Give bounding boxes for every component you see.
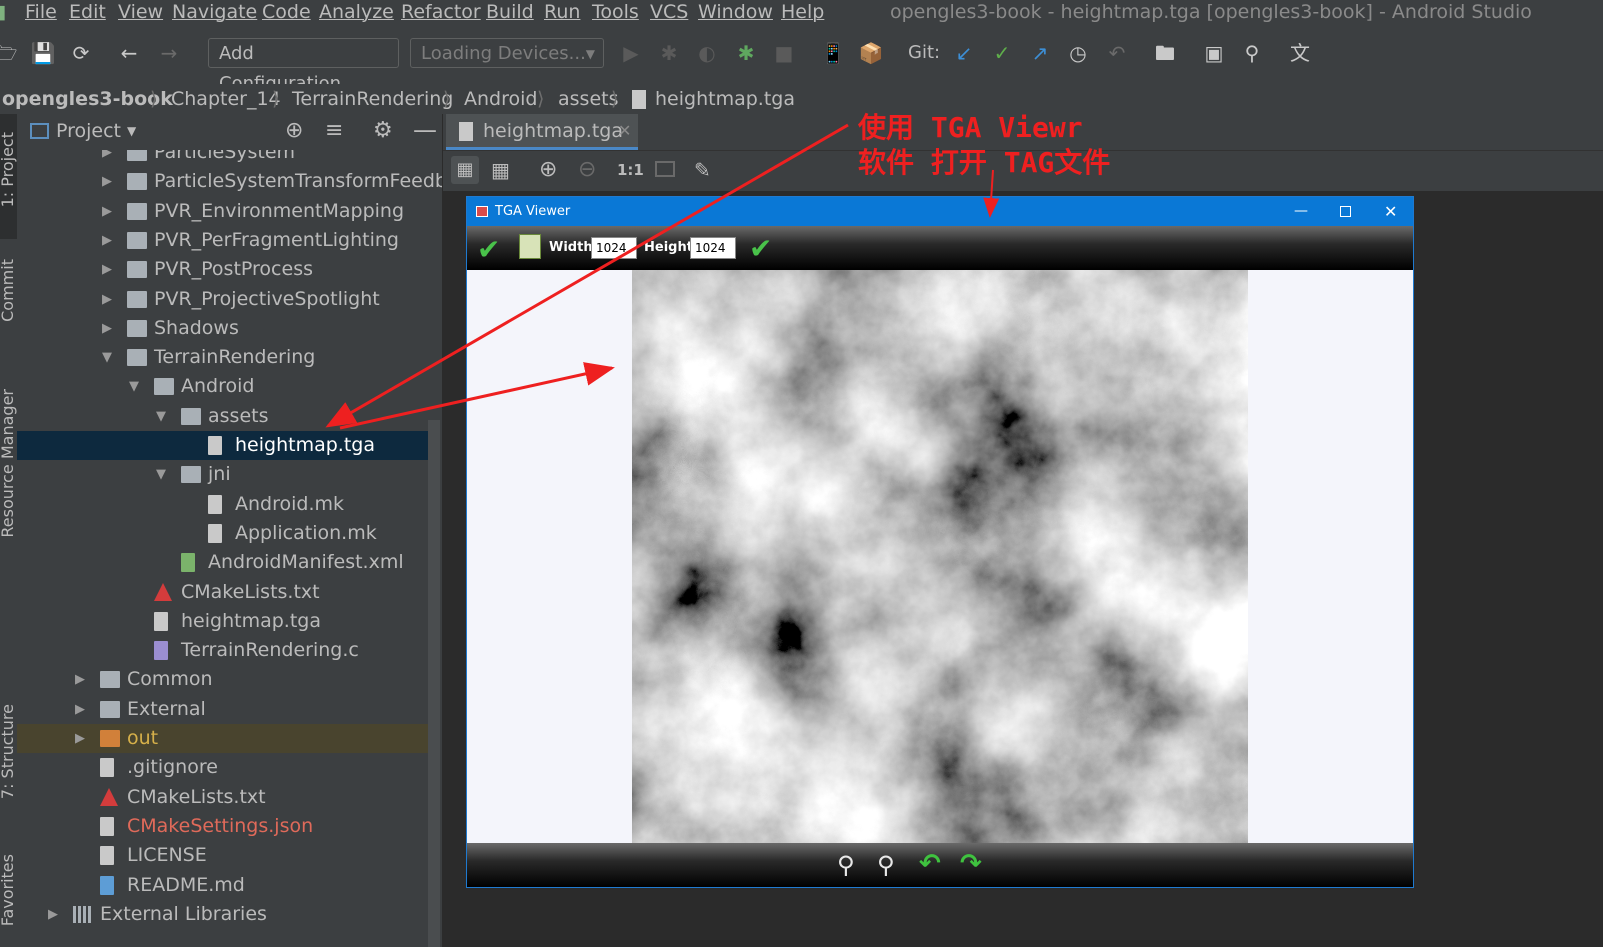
annotation-arrows [325, 123, 1000, 430]
arrow-to-image [339, 362, 615, 430]
arrow-to-viewer [983, 169, 1000, 218]
arrow-to-file [325, 123, 849, 428]
